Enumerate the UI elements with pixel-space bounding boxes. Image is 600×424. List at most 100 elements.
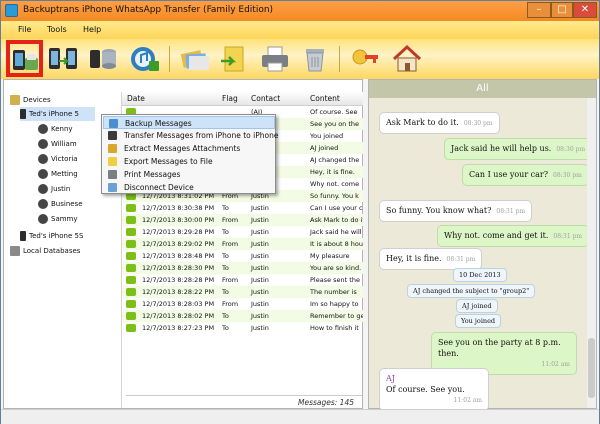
devices-icon — [10, 95, 20, 105]
tree-contact[interactable]: Victoria — [38, 152, 78, 166]
bubble-text: Can I use your car? — [469, 170, 549, 179]
chat-bubble-outgoing: Why not. come and get it. 08:31 pm — [437, 225, 590, 247]
ctx-export-messages[interactable]: Export Messages to File — [103, 155, 275, 168]
cell-date: 12/7/2013 8:28:30 PM — [142, 264, 215, 272]
tree-devices[interactable]: Devices — [10, 93, 51, 107]
message-icon — [126, 216, 136, 224]
database-button[interactable] — [87, 43, 119, 75]
toolbar — [1, 39, 599, 79]
ctx-print-messages[interactable]: Print Messages — [103, 168, 275, 181]
ctx-transfer-messages[interactable]: Transfer Messages from iPhone to iPhone — [103, 129, 278, 142]
ctx-extract-attachments[interactable]: Extract Messages Attachments — [103, 142, 275, 155]
bubble-text: See you on the party at 8 p.m. then. — [438, 338, 561, 358]
menu-file[interactable]: File — [18, 25, 31, 34]
print-button[interactable] — [259, 43, 291, 75]
home-button[interactable] — [391, 43, 423, 75]
app-icon — [5, 4, 18, 17]
backup-messages-button[interactable] — [6, 40, 43, 77]
tree-devices-label: Devices — [23, 96, 51, 104]
chat-system-message: AJ changed the subject to "group2" — [407, 284, 536, 298]
tree-contact[interactable]: Kenny — [38, 122, 73, 136]
cell-flag: From — [222, 300, 239, 308]
cell-contact: Justin — [251, 216, 269, 224]
tree-contact[interactable]: Metting — [38, 167, 78, 181]
col-flag[interactable]: Flag — [222, 94, 238, 103]
print-icon — [108, 170, 117, 179]
tree-local-databases[interactable]: Local Databases — [10, 244, 80, 258]
chat-scrollbar[interactable] — [587, 98, 596, 408]
table-row[interactable]: 12/7/2013 8:29:28 PM To Justin Jack said he… — [122, 226, 363, 238]
tree-contact[interactable]: Justin — [38, 182, 70, 196]
message-icon — [126, 324, 136, 332]
register-button[interactable] — [349, 43, 381, 75]
table-row[interactable]: 12/7/2013 8:28:03 PM From Justin Im so happ… — [122, 298, 363, 310]
col-content[interactable]: Content — [310, 94, 340, 103]
chat-bubble-incoming: AJ Of course. See you. 11:02 am — [379, 368, 489, 411]
export-button[interactable] — [179, 43, 211, 75]
minimize-button[interactable]: – — [527, 2, 551, 18]
message-icon — [126, 276, 136, 284]
folder-button[interactable] — [217, 43, 249, 75]
itunes-icon — [131, 47, 159, 71]
table-row[interactable]: 12/7/2013 8:30:00 PM From Justin Ask Mark t… — [122, 214, 363, 226]
chat-bubble-incoming: Ask Mark to do it. 08:30 pm — [379, 112, 500, 134]
window-title: Backuptrans iPhone WhatsApp Transfer (Fa… — [23, 5, 274, 15]
delete-button[interactable] — [299, 43, 331, 75]
tree-contact[interactable]: Sammy — [38, 212, 78, 226]
cell-contact: Justin — [251, 204, 269, 212]
tree-contact-label: William — [51, 140, 77, 148]
close-button[interactable]: ✕ — [573, 2, 597, 18]
tree-device-iphone5s[interactable]: Ted's iPhone 5S — [20, 229, 83, 243]
chat-bubble-outgoing: Can I use your car? 08:30 pm — [462, 164, 589, 186]
ctx-backup-messages[interactable]: Backup Messages — [103, 116, 275, 129]
col-contact[interactable]: Contact — [251, 94, 280, 103]
menu-tools[interactable]: Tools — [47, 25, 67, 34]
cell-flag: To — [222, 252, 229, 260]
table-row[interactable]: 12/7/2013 8:28:28 PM From Justin Please sen… — [122, 274, 363, 286]
scroll-thumb[interactable] — [588, 338, 595, 398]
cell-content: So funny. You k — [310, 192, 359, 200]
table-row[interactable]: 12/7/2013 8:27:23 PM To Justin How to finis… — [122, 322, 363, 334]
table-row[interactable]: 12/7/2013 8:28:22 PM To Justin The number i… — [122, 286, 363, 298]
tree-device-iphone5[interactable]: Ted's iPhone 5 — [20, 107, 95, 121]
contact-icon — [38, 124, 48, 134]
transfer-button[interactable] — [47, 43, 79, 75]
message-icon — [126, 264, 136, 272]
cell-content: You are so kind. — [310, 264, 362, 272]
grid-horizontal-scrollbar[interactable] — [126, 395, 362, 396]
tree-contact[interactable]: William — [38, 137, 77, 151]
cell-flag: To — [222, 312, 229, 320]
cell-contact: Justin — [251, 276, 269, 284]
chat-system-message: You joined — [455, 314, 502, 328]
context-menu: Backup Messages Transfer Messages from i… — [101, 114, 278, 194]
table-row[interactable]: 12/7/2013 8:28:02 PM To Justin Remember to … — [122, 310, 363, 322]
table-row[interactable]: 12/7/2013 8:28:48 PM To Justin My pleasure — [122, 250, 363, 262]
tree-contact[interactable]: Businese — [38, 197, 83, 211]
iphone-icon — [20, 109, 26, 119]
table-row[interactable]: 12/7/2013 8:29:02 PM From Justin It is abou… — [122, 238, 363, 250]
ctx-label: Backup Messages — [125, 119, 192, 128]
chat-system-message: AJ joined — [456, 299, 498, 313]
cell-content: My pleasure — [310, 252, 350, 260]
maximize-button[interactable]: □ — [551, 2, 573, 18]
bubble-time: 08:30 pm — [556, 146, 586, 153]
ctx-disconnect-device[interactable]: Disconnect Device — [103, 181, 275, 194]
recycle-bin-icon — [306, 49, 324, 72]
table-row[interactable]: 12/7/2013 8:30:38 PM To Justin Can I use yo… — [122, 202, 363, 214]
table-row[interactable]: 12/7/2013 8:28:30 PM To Justin You are so k… — [122, 262, 363, 274]
message-icon — [126, 228, 136, 236]
itunes-button[interactable] — [129, 43, 161, 75]
backup-icon — [109, 119, 118, 128]
bubble-time: 08:31 pm — [446, 256, 476, 263]
iphone-icon — [20, 231, 26, 241]
cell-flag: To — [222, 324, 229, 332]
cell-contact: Justin — [251, 324, 269, 332]
cell-contact: Justin — [251, 228, 269, 236]
bubble-text: So funny. You know what? — [386, 206, 492, 215]
disconnect-icon — [108, 183, 117, 192]
col-date[interactable]: Date — [127, 94, 145, 103]
title-bar: Backuptrans iPhone WhatsApp Transfer (Fa… — [1, 1, 599, 21]
database-icon — [90, 49, 116, 69]
menu-help[interactable]: Help — [83, 25, 101, 34]
toolbar-separator — [169, 46, 170, 72]
